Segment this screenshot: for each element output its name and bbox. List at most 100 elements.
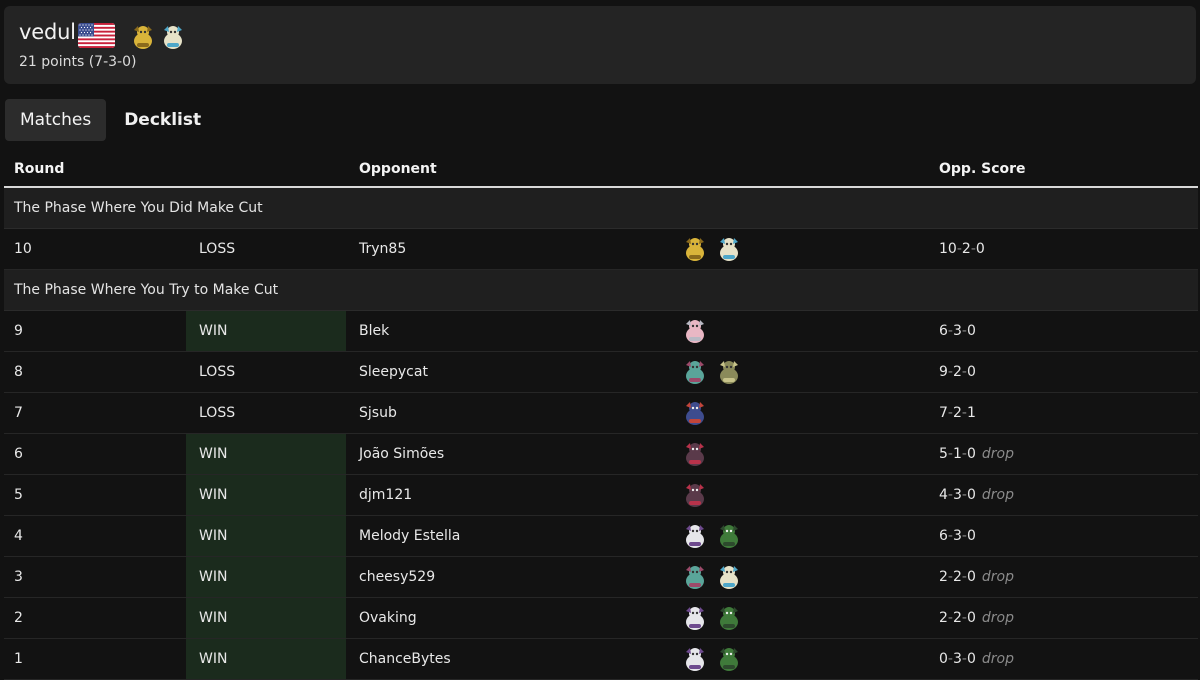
tab-decklist[interactable]: Decklist bbox=[109, 99, 216, 141]
tinkaton-icon bbox=[680, 316, 710, 346]
opponent-deck-icons[interactable] bbox=[680, 639, 744, 679]
opponent-deck-icons[interactable] bbox=[680, 434, 710, 474]
table-row[interactable]: 6 WIN João Simões 5-1-0 drop bbox=[4, 434, 1198, 475]
opponent-name[interactable]: cheesy529 bbox=[359, 557, 435, 597]
ogerpon-icon bbox=[714, 521, 744, 551]
score-value: 2 bbox=[939, 569, 948, 585]
opponent-name[interactable]: djm121 bbox=[359, 475, 412, 515]
table-row[interactable]: 8 LOSS Sleepycat 9-2-0 bbox=[4, 352, 1198, 393]
score-value: 6 bbox=[939, 323, 948, 339]
tab-bar: Matches Decklist bbox=[5, 99, 216, 141]
opponent-score: 6-3-0 bbox=[939, 516, 976, 556]
ogerpon-icon bbox=[714, 603, 744, 633]
score-value: 3 bbox=[952, 323, 962, 339]
opponent-deck-icons[interactable] bbox=[680, 393, 710, 433]
opponent-name[interactable]: Tryn85 bbox=[359, 229, 406, 269]
score-value: 7 bbox=[939, 405, 948, 421]
drop-label: drop bbox=[981, 487, 1014, 503]
opponent-score: 4-3-0 drop bbox=[939, 475, 1014, 515]
opponent-name[interactable]: Sjsub bbox=[359, 393, 397, 433]
garchomp-icon bbox=[680, 398, 710, 428]
opponent-name[interactable]: Sleepycat bbox=[359, 352, 428, 392]
opponent-deck-icons[interactable] bbox=[680, 352, 744, 392]
section-header: The Phase Where You Did Make Cut bbox=[4, 188, 1198, 229]
opponent-deck-icons[interactable] bbox=[680, 311, 710, 351]
score-value: 4 bbox=[939, 487, 948, 503]
drop-label: drop bbox=[981, 569, 1014, 585]
score-value: 0 bbox=[939, 651, 948, 667]
score-value: 1 bbox=[966, 405, 976, 421]
match-result: WIN bbox=[186, 598, 346, 638]
opponent-deck-icons[interactable] bbox=[680, 516, 744, 556]
round-number: 9 bbox=[14, 323, 23, 339]
match-result: WIN bbox=[186, 475, 346, 515]
score-value: 0 bbox=[966, 487, 976, 503]
opponent-name[interactable]: Ovaking bbox=[359, 598, 417, 638]
opponent-name[interactable]: ChanceBytes bbox=[359, 639, 451, 679]
us-flag-icon bbox=[78, 23, 115, 48]
table-row[interactable]: 5 WIN djm121 4-3-0 drop bbox=[4, 475, 1198, 516]
opponent-score: 9-2-0 bbox=[939, 352, 976, 392]
opponent-deck-icons[interactable] bbox=[680, 598, 744, 638]
section-title: The Phase Where You Did Make Cut bbox=[14, 200, 263, 216]
player-card: vedul 21 points (7-3-0) bbox=[4, 6, 1196, 84]
alakazam-icon bbox=[128, 22, 158, 52]
table-row[interactable]: 9 WIN Blek 6-3-0 bbox=[4, 311, 1198, 352]
opponent-deck-icons[interactable] bbox=[680, 557, 744, 597]
score-value: 0 bbox=[966, 528, 976, 544]
opponent-score: 2-2-0 drop bbox=[939, 598, 1014, 638]
gardevoir-icon bbox=[680, 644, 710, 674]
match-result: LOSS bbox=[199, 241, 236, 257]
opponent-name[interactable]: Melody Estella bbox=[359, 516, 460, 556]
opponent-deck-icons[interactable] bbox=[680, 229, 744, 269]
opponent-score: 5-1-0 drop bbox=[939, 434, 1014, 474]
score-value: 9 bbox=[939, 364, 948, 380]
table-row[interactable]: 1 WIN ChanceBytes 0-3-0 drop bbox=[4, 639, 1198, 680]
table-row[interactable]: 10 LOSS Tryn85 10-2-0 bbox=[4, 229, 1198, 270]
score-value: 0 bbox=[966, 651, 976, 667]
round-number: 8 bbox=[14, 364, 23, 380]
gardevoir-icon bbox=[680, 603, 710, 633]
match-result: LOSS bbox=[199, 405, 236, 421]
match-result: WIN bbox=[186, 311, 346, 351]
tab-matches[interactable]: Matches bbox=[5, 99, 107, 141]
round-number: 2 bbox=[14, 610, 23, 626]
match-result: LOSS bbox=[199, 364, 236, 380]
drop-label: drop bbox=[981, 610, 1014, 626]
score-value: 5 bbox=[939, 446, 948, 462]
table-row[interactable]: 7 LOSS Sjsub 7-2-1 bbox=[4, 393, 1198, 434]
player-deck-icons bbox=[128, 22, 188, 52]
round-number: 3 bbox=[14, 569, 23, 585]
score-value: 3 bbox=[952, 651, 962, 667]
opponent-score: 10-2-0 bbox=[939, 229, 985, 269]
score-value: 0 bbox=[966, 610, 976, 626]
table-row[interactable]: 4 WIN Melody Estella 6-3-0 bbox=[4, 516, 1198, 557]
opponent-name[interactable]: Blek bbox=[359, 311, 389, 351]
table-row[interactable]: 3 WIN cheesy529 2-2-0 drop bbox=[4, 557, 1198, 598]
match-result: WIN bbox=[186, 557, 346, 597]
alakazam-icon bbox=[680, 234, 710, 264]
opponent-score: 6-3-0 bbox=[939, 311, 976, 351]
score-value: 0 bbox=[975, 241, 985, 257]
score-value: 0 bbox=[966, 323, 976, 339]
header-opponent: Opponent bbox=[359, 161, 437, 177]
round-number: 5 bbox=[14, 487, 23, 503]
round-number: 10 bbox=[14, 241, 32, 257]
dudunsparce-icon bbox=[714, 234, 744, 264]
opponent-score: 0-3-0 drop bbox=[939, 639, 1014, 679]
gardevoir-icon bbox=[680, 521, 710, 551]
score-value: 2 bbox=[952, 364, 962, 380]
opponent-deck-icons[interactable] bbox=[680, 475, 710, 515]
ogerpon-icon bbox=[714, 644, 744, 674]
opponent-name[interactable]: João Simões bbox=[359, 434, 444, 474]
dudunsparce-icon bbox=[714, 562, 744, 592]
match-result: WIN bbox=[186, 516, 346, 556]
score-value: 2 bbox=[952, 405, 962, 421]
round-number: 1 bbox=[14, 651, 23, 667]
section-title: The Phase Where You Try to Make Cut bbox=[14, 282, 279, 298]
header-round: Round bbox=[14, 161, 65, 177]
drop-label: drop bbox=[981, 651, 1014, 667]
opponent-score: 7-2-1 bbox=[939, 393, 976, 433]
table-row[interactable]: 2 WIN Ovaking 2-2-0 drop bbox=[4, 598, 1198, 639]
player-record: 21 points (7-3-0) bbox=[19, 54, 137, 70]
